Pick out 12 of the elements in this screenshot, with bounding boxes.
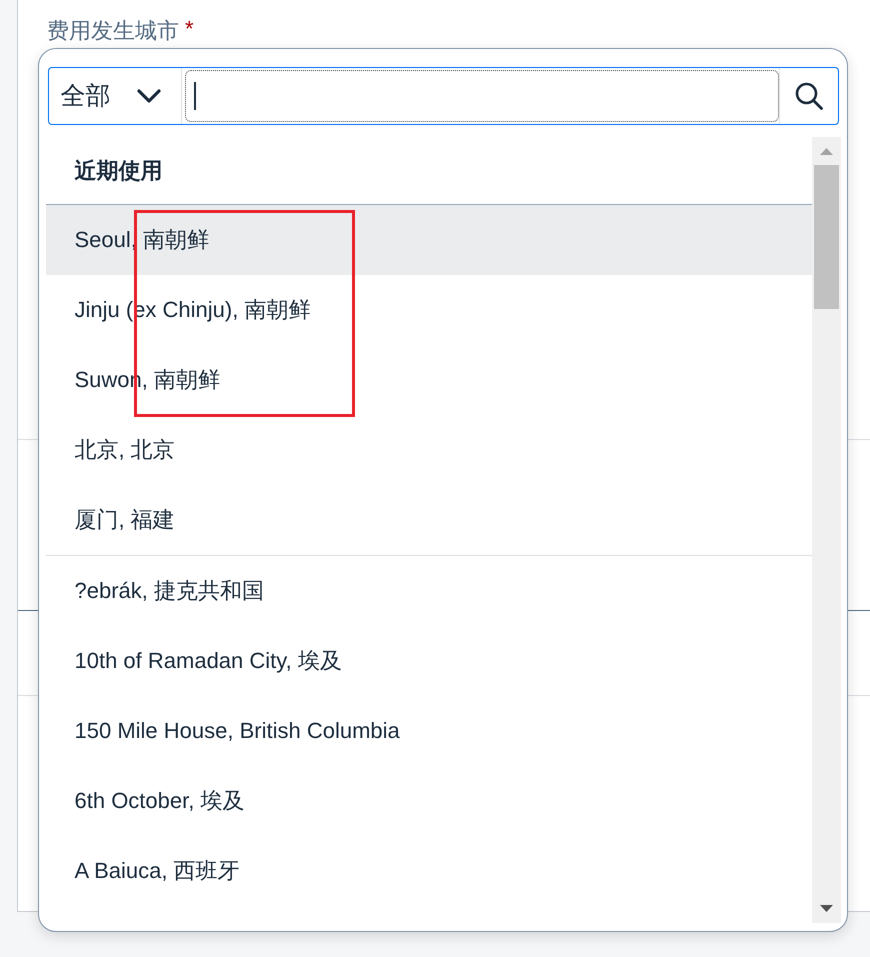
required-asterisk: * (185, 16, 194, 42)
chevron-down-icon (136, 88, 160, 102)
scroll-down-icon[interactable] (820, 904, 832, 912)
group-title: 近期使用 (74, 157, 162, 185)
search-field[interactable] (184, 70, 778, 122)
search-icon (794, 82, 822, 110)
field-label: 费用发生城市 (47, 17, 179, 45)
text-cursor-icon (194, 82, 196, 110)
scrollbar-thumb[interactable] (814, 164, 838, 308)
scope-select[interactable]: 全部 (48, 68, 182, 124)
scroll-up-icon[interactable] (820, 148, 832, 154)
city-option[interactable]: Seoul, 南朝鲜 (46, 204, 812, 274)
